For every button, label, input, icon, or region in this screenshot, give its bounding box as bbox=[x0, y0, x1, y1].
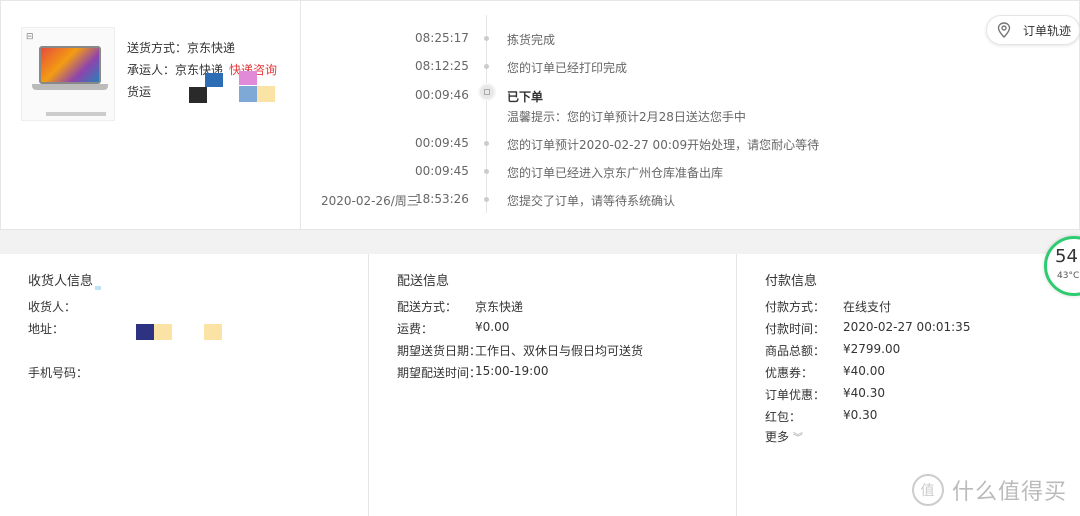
privacy-mask bbox=[205, 73, 223, 87]
goods-total: 商品总额： ¥2799.00 bbox=[765, 342, 901, 358]
coupon: 优惠券： ¥40.00 bbox=[765, 364, 885, 380]
shipping-method: 送货方式：京东快递 bbox=[127, 41, 236, 55]
shipping-fee: 运费： ¥0.00 bbox=[397, 320, 510, 336]
order-discount: 订单优惠： ¥40.30 bbox=[765, 386, 885, 402]
delivery-info: 配送信息 配送方式： 京东快递 运费： ¥0.00 期望送货日期： 工作日、双休日与假… bbox=[369, 254, 737, 516]
laptop-image bbox=[39, 46, 101, 84]
chevron-down-icon: ︾ bbox=[792, 433, 803, 444]
red-packet: 红包： ¥0.30 bbox=[765, 408, 878, 424]
timeline-item-current: 00:09:46 已下单 bbox=[415, 88, 544, 104]
timeline-dot bbox=[484, 169, 489, 174]
waybill: 货运 bbox=[127, 85, 152, 99]
timeline-note: 温馨提示：您的订单预计2月28日送达您手中 bbox=[507, 110, 746, 124]
delivery-method: 配送方式： 京东快递 bbox=[397, 300, 524, 314]
payment-time: 付款时间： 2020-02-27 00:01:35 bbox=[765, 320, 971, 336]
expected-date: 期望送货日期： 工作日、双休日与假日均可送货 bbox=[397, 344, 644, 358]
privacy-mask bbox=[154, 324, 172, 340]
shipment-summary: ⊟ 送货方式：京东快递 承运人：京东快递 快递咨询 货运 bbox=[1, 1, 301, 229]
location-pin-icon bbox=[997, 22, 1011, 38]
privacy-mask bbox=[239, 86, 257, 102]
order-track-button[interactable]: 订单轨迹 bbox=[986, 15, 1080, 45]
payment-method: 付款方式： 在线支付 bbox=[765, 300, 892, 314]
privacy-mask bbox=[257, 86, 275, 102]
expected-time: 期望配送时间： 15:00-19:00 bbox=[397, 364, 549, 380]
timeline-item: 00:09:45 您的订单已经进入京东广州仓库准备出库 bbox=[415, 164, 724, 180]
privacy-mask bbox=[136, 324, 154, 340]
section-title: 配送信息 bbox=[397, 274, 450, 289]
timeline-dot bbox=[484, 141, 489, 146]
timeline-dot bbox=[484, 36, 489, 41]
receiver-name: 收货人： bbox=[28, 300, 77, 314]
watermark: 值 什么值得买 bbox=[912, 474, 1067, 506]
timeline-item: 2020-02-26/周三 18:53:26 您提交了订单，请等待系统确认 bbox=[321, 192, 676, 208]
privacy-mask bbox=[239, 71, 257, 85]
cart-icon: ⊟ bbox=[26, 32, 34, 42]
privacy-mask bbox=[189, 87, 207, 103]
product-thumbnail[interactable]: ⊟ bbox=[21, 27, 115, 121]
timeline-item: 08:25:17 拣货完成 bbox=[415, 31, 556, 47]
timeline-item: 08:12:25 您的订单已经打印完成 bbox=[415, 59, 628, 75]
more-button[interactable]: 更多 ︾ bbox=[765, 428, 803, 445]
receiver-phone: 手机号码： bbox=[28, 366, 89, 380]
watermark-logo: 值 bbox=[912, 474, 944, 506]
section-title: 收货人信息 bbox=[28, 274, 94, 289]
privacy-mask bbox=[95, 286, 101, 290]
receiver-address: 地址： bbox=[28, 322, 65, 336]
timeline-item: 00:09:45 您的订单预计2020-02-27 00:09开始处理，请您耐心… bbox=[415, 136, 820, 152]
timeline-dot bbox=[484, 64, 489, 69]
order-tracking-card: ⊟ 送货方式：京东快递 承运人：京东快递 快递咨询 货运 08:25:17 拣货完… bbox=[0, 0, 1080, 230]
privacy-mask bbox=[204, 324, 222, 340]
timeline-dot bbox=[484, 197, 489, 202]
receiver-info: 收货人信息 收货人： 地址： 手机号码： bbox=[0, 254, 369, 516]
section-title: 付款信息 bbox=[765, 274, 818, 289]
